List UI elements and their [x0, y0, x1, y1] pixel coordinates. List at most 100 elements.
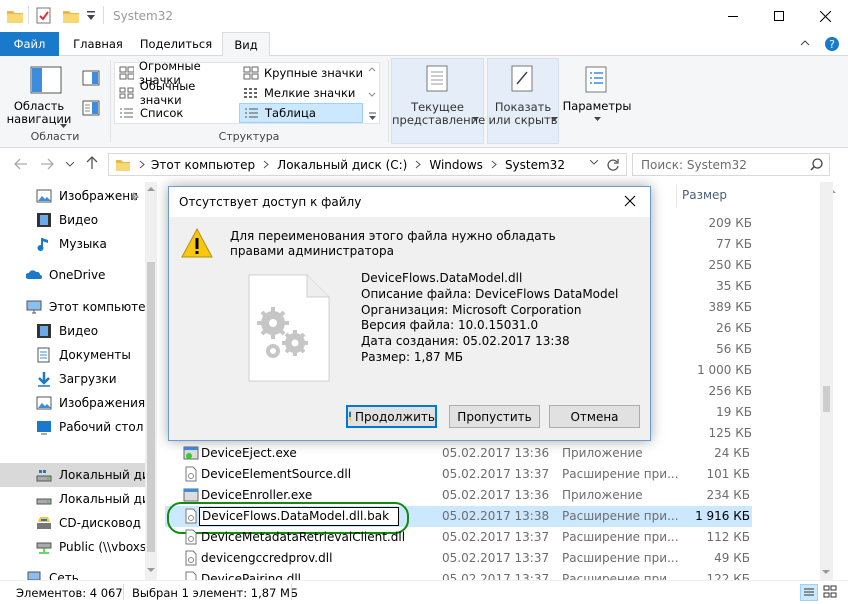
- large-icons-view-toggle[interactable]: [822, 584, 840, 601]
- nav-item-cd-drive[interactable]: CD-дисковод (E: [0, 511, 145, 535]
- maximize-button[interactable]: [756, 0, 802, 32]
- crumb-local-disk[interactable]: Локальный диск (C:): [277, 158, 407, 172]
- file-details-name: DeviceFlows.DataModel.dll: [361, 271, 523, 285]
- show-hide-icon: [510, 65, 536, 93]
- nav-scrollbar[interactable]: [145, 182, 157, 580]
- close-window-button[interactable]: [802, 0, 848, 32]
- layout-medium-icons[interactable]: Обычные значки: [115, 79, 239, 107]
- dll-icon: [183, 529, 199, 545]
- dll-icon: [183, 466, 199, 482]
- pictures-icon: [36, 395, 52, 411]
- table-row[interactable]: DeviceEject.exe 05.02.2017 13:36 Приложе…: [165, 443, 752, 464]
- nav-scrollbar-thumb[interactable]: [147, 262, 155, 552]
- search-icon: [810, 158, 823, 171]
- nav-item-this-pc[interactable]: Этот компьютер: [0, 295, 145, 319]
- file-details-description: Описание файла: DeviceFlows DataModel: [361, 286, 619, 301]
- nav-item-downloads[interactable]: Загрузки: [0, 367, 145, 391]
- table-row[interactable]: DeviceElementSource.dll 05.02.2017 13:37…: [165, 464, 752, 485]
- file-details: DeviceFlows.DataModel.dll Описание файла…: [361, 271, 618, 366]
- nav-item-desktop[interactable]: Рабочий стол: [0, 415, 145, 439]
- file-details-version: Версия файла: 10.0.15031.0: [361, 318, 539, 333]
- gallery-scroll[interactable]: [366, 63, 379, 123]
- status-selection: Выбран 1 элемент: 1,87 МБ: [132, 586, 298, 600]
- layout-large-icons[interactable]: Крупные значки: [239, 63, 363, 83]
- layout-details[interactable]: Таблица: [239, 103, 363, 123]
- options-button[interactable]: Параметры: [562, 60, 632, 140]
- ribbon: Область навигации Области Огромные значк…: [0, 56, 848, 148]
- skip-button[interactable]: Пропустить: [449, 405, 540, 428]
- nav-item-public-share[interactable]: Public (\\vboxsr: [0, 535, 145, 559]
- qat-customize-icon[interactable]: [86, 10, 96, 22]
- tab-file[interactable]: Файл: [0, 32, 59, 56]
- video-icon: [36, 212, 52, 228]
- navigation-pane-label: Область навигации: [6, 99, 72, 126]
- current-view-button[interactable]: Текущее представление: [391, 58, 485, 144]
- drive-icon: [36, 467, 52, 483]
- folder-icon: [6, 8, 24, 24]
- details-view-toggle[interactable]: [800, 584, 818, 601]
- up-icon[interactable]: [86, 156, 98, 170]
- dialog-close-button[interactable]: [624, 195, 636, 207]
- current-view-icon: [425, 65, 451, 93]
- nav-item-video-quick[interactable]: Видео: [0, 208, 145, 232]
- minimize-button[interactable]: [710, 0, 756, 32]
- exe-icon: [183, 487, 199, 503]
- crumb-system32[interactable]: System32: [505, 158, 565, 172]
- ribbon-collapse-icon[interactable]: [800, 39, 810, 47]
- nav-item-documents[interactable]: Документы: [0, 343, 145, 367]
- table-row[interactable]: DeviceMetadataRetrievalClient.dll 05.02.…: [165, 527, 752, 548]
- search-input[interactable]: Поиск: System32: [632, 153, 830, 176]
- nav-item-local-disk-d[interactable]: Локальный дис: [0, 487, 145, 511]
- navigation-pane-button[interactable]: Область навигации: [6, 60, 72, 130]
- recent-chevron-icon[interactable]: [66, 162, 74, 167]
- help-icon[interactable]: ?: [824, 36, 840, 52]
- forward-icon[interactable]: [40, 158, 54, 170]
- documents-icon: [36, 347, 52, 363]
- ribbon-tabs: Файл Главная Поделиться Вид ?: [0, 32, 848, 57]
- address-bar[interactable]: Этот компьютер Локальный диск (C:) Windo…: [108, 153, 627, 176]
- file-list-scrollbar-thumb[interactable]: [823, 386, 830, 412]
- cancel-button[interactable]: Отмена: [549, 405, 640, 428]
- file-list-scrollbar[interactable]: [820, 182, 833, 580]
- tab-view[interactable]: Вид: [222, 32, 270, 57]
- dialog-message: Для переименования этого файла нужно обл…: [230, 229, 556, 258]
- properties-icon[interactable]: [36, 7, 52, 25]
- crumb-this-pc[interactable]: Этот компьютер: [151, 158, 255, 172]
- options-icon: [584, 66, 610, 94]
- tab-share[interactable]: Поделиться: [137, 32, 215, 56]
- column-header-size[interactable]: Размер: [682, 188, 727, 202]
- dialog-title: Отсутствует доступ к файлу: [179, 195, 362, 209]
- nav-item-video[interactable]: Видео: [0, 319, 145, 343]
- maximize-icon: [774, 11, 784, 21]
- continue-button[interactable]: Продолжить: [346, 405, 437, 428]
- system-file-icon: [243, 273, 333, 383]
- nav-item-pictures[interactable]: Изображения: [0, 391, 145, 415]
- preview-pane-icon[interactable]: [82, 70, 100, 86]
- nav-item-music-quick[interactable]: Музыка: [0, 232, 145, 256]
- nav-item-onedrive[interactable]: OneDrive: [0, 263, 145, 287]
- table-row[interactable]: devicengccredprov.dll 05.02.2017 13:37 Р…: [165, 548, 752, 569]
- access-denied-dialog: Отсутствует доступ к файлу Для переимено…: [168, 186, 651, 441]
- new-folder-icon[interactable]: [62, 8, 80, 24]
- back-icon[interactable]: [14, 158, 28, 170]
- layout-list[interactable]: Список: [115, 103, 239, 123]
- layout-small-icons[interactable]: Мелкие значки: [239, 83, 363, 103]
- status-bar: Элементов: 4 067 Выбран 1 элемент: 1,87 …: [0, 580, 848, 604]
- nav-item-local-disk-c[interactable]: Локальный дис: [0, 463, 145, 487]
- address-dropdown-icon[interactable]: [590, 160, 598, 165]
- status-item-count: Элементов: 4 067: [16, 586, 123, 600]
- close-icon: [624, 195, 636, 207]
- navigation-pane: Изображени Видео Музыка OneDrive Этот ко…: [0, 182, 157, 580]
- video-icon: [36, 323, 52, 339]
- sizes-column-behind-dialog: 209 КБ 77 КБ 250 КБ 35 КБ 389 КБ 26 КБ 5…: [697, 216, 752, 440]
- network-icon: [26, 570, 42, 580]
- table-row[interactable]: DevicePairing.dll 05.02.2017 13:37 Расши…: [165, 569, 752, 580]
- nav-item-network[interactable]: Сеть: [0, 566, 145, 580]
- tab-home[interactable]: Главная: [59, 32, 137, 56]
- dialog-title-bar: Отсутствует доступ к файлу: [169, 187, 650, 217]
- refresh-icon[interactable]: [606, 158, 620, 172]
- nav-item-pictures-quick[interactable]: Изображени: [0, 184, 145, 208]
- details-pane-icon[interactable]: [82, 100, 100, 116]
- show-hide-button[interactable]: Показать или скрыть: [487, 58, 559, 144]
- crumb-windows[interactable]: Windows: [429, 158, 483, 172]
